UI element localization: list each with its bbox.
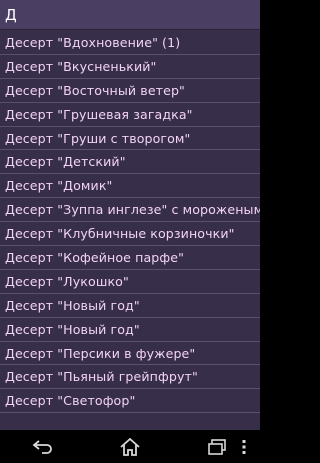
list-item-label: Десерт "Вдохновение" (1)	[5, 34, 181, 50]
list-item-label: Десерт "Новый год"	[5, 297, 140, 313]
system-nav-bar	[0, 430, 260, 463]
list-item-label: Десерт "Пьяный грейпфрут"	[5, 369, 198, 385]
overflow-menu-icon	[242, 439, 246, 454]
list-item-label: Десерт "Клубничные корзиночки"	[5, 226, 235, 242]
list-item[interactable]: Десерт "Новый год"	[0, 294, 260, 318]
list-item-label: Десерт "Лукошко"	[5, 273, 129, 289]
list-item[interactable]: Десерт "Лукошко"	[0, 270, 260, 294]
list-item-label: Десерт "Новый год"	[5, 321, 140, 337]
list-item-label: Десерт "Домик"	[5, 178, 113, 194]
dessert-list[interactable]: Десерт "Вдохновение" (1) Десерт "Вкуснен…	[0, 31, 260, 430]
home-button[interactable]	[110, 430, 150, 463]
list-item[interactable]: Десерт "Детский"	[0, 150, 260, 175]
list-item[interactable]: Десерт "Кофейное парфе"	[0, 246, 260, 270]
list-item-label: Десерт "Восточный ветер"	[5, 82, 185, 98]
list-item-label: Десерт "Детский"	[5, 154, 126, 170]
overflow-menu-button[interactable]	[232, 430, 256, 463]
list-item-label: Десерт "Кофейное парфе"	[5, 249, 184, 265]
list-item[interactable]: Десерт "Груши с творогом"	[0, 127, 260, 151]
list-item[interactable]: Десерт "Вдохновение" (1)	[0, 31, 260, 55]
back-button[interactable]	[23, 430, 63, 463]
list-item-label: Десерт "Грушевая загадка"	[5, 106, 193, 122]
list-item[interactable]: Десерт "Клубничные корзиночки"	[0, 222, 260, 247]
list-item-label: Десерт "Зуппа инглезе" с мороженым и	[5, 202, 260, 218]
section-header-letter: Д	[5, 5, 17, 24]
list-item[interactable]: Десерт "Зуппа инглезе" с мороженым и	[0, 198, 260, 223]
list-item-label: Десерт "Вкусненький"	[5, 58, 157, 74]
list-item[interactable]: Десерт "Грушевая загадка"	[0, 103, 260, 127]
list-item[interactable]: Десерт "Пьяный грейпфрут"	[0, 365, 260, 390]
list-item-label: Десерт "Груши с творогом"	[5, 130, 191, 146]
back-icon	[32, 439, 53, 454]
home-icon	[120, 437, 140, 456]
list-item-label: Десерт "Персики в фужере"	[5, 345, 196, 361]
recents-icon	[207, 438, 226, 455]
list-item[interactable]: Десерт "Вкусненький"	[0, 55, 260, 79]
list-item[interactable]: Десерт "Светофор"	[0, 389, 260, 414]
app-screen: Д Десерт "Вдохновение" (1) Десерт "Вкусн…	[0, 0, 260, 463]
list-item[interactable]: Десерт "Персики в фужере"	[0, 342, 260, 366]
list-item[interactable]: Десерт "Восточный ветер"	[0, 79, 260, 103]
recents-button[interactable]	[197, 430, 237, 463]
list-item-label: Десерт "Светофор"	[5, 393, 136, 409]
section-header: Д	[0, 0, 260, 30]
list-item[interactable]: Десерт "Домик"	[0, 174, 260, 199]
list-item[interactable]: Десерт "Новый год"	[0, 318, 260, 342]
